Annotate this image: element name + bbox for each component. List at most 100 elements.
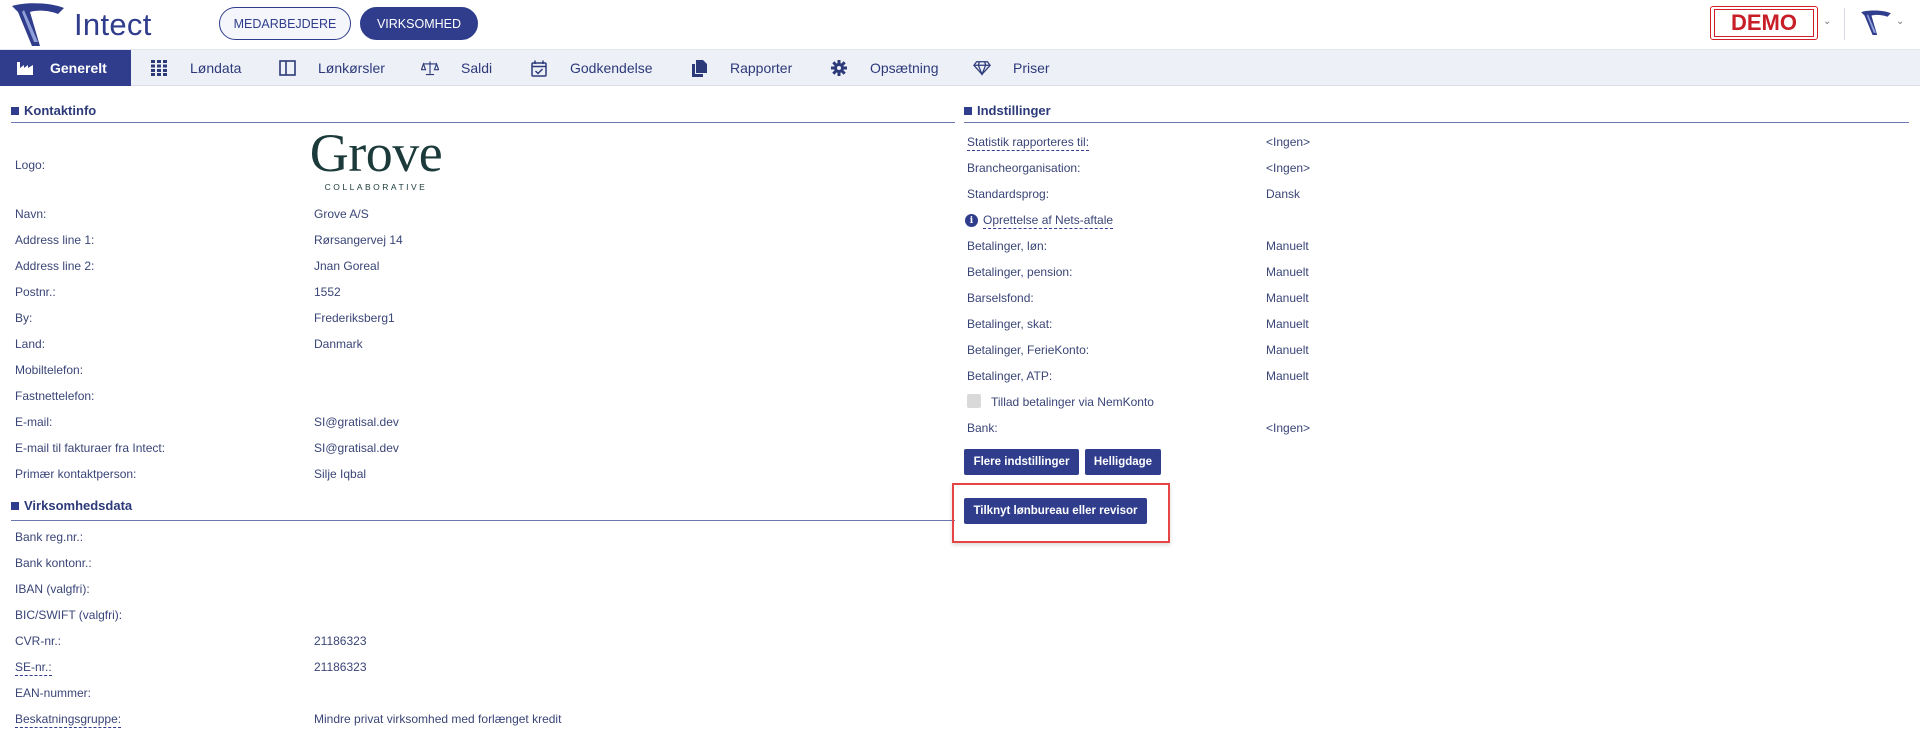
contact-value: Silje Iqbal <box>314 467 367 481</box>
section-marker <box>11 106 19 115</box>
contact-value: SI@gratisal.dev <box>314 415 399 429</box>
company-label: IBAN (valgfri): <box>15 582 90 596</box>
nemkonto-checkbox[interactable] <box>967 394 981 408</box>
contact-value: Rørsangervej 14 <box>314 233 403 247</box>
company-logo-main: Grove <box>309 123 443 183</box>
contact-value: Jnan Goreal <box>314 259 380 273</box>
tab-label: Opsætning <box>870 60 939 76</box>
settings-label: Brancheorganisation: <box>967 161 1081 175</box>
tab-label: Godkendelse <box>570 60 653 76</box>
settings-label: Betalinger, FerieKonto: <box>967 343 1090 357</box>
logo-label: Logo: <box>15 158 46 172</box>
settings-label: Betalinger, skat: <box>967 317 1053 331</box>
contact-value: Frederiksberg1 <box>314 311 395 325</box>
settings-label: Standardsprog: <box>967 187 1050 201</box>
settings-label: Betalinger, pension: <box>967 265 1073 279</box>
user-menu-logo-icon[interactable] <box>1860 8 1892 38</box>
tab-label: Løndata <box>190 60 242 76</box>
contact-label: E-mail: <box>15 415 53 429</box>
chevron-down-icon[interactable]: ⌄ <box>1823 16 1831 27</box>
company-button[interactable]: VIRKSOMHED <box>360 7 478 40</box>
employees-button[interactable]: MEDARBEJDERE <box>219 7 351 40</box>
settings-value: <Ingen> <box>1266 421 1311 435</box>
tab-lonkorsler[interactable]: Lønkørsler <box>278 50 385 86</box>
settings-value: Dansk <box>1266 187 1301 201</box>
contact-value: Danmark <box>314 337 363 351</box>
tab-saldi[interactable]: Saldi <box>421 50 492 86</box>
company-logo-sub: COLLABORATIVE <box>324 182 428 192</box>
tab-godkendelse[interactable]: Godkendelse <box>530 50 653 86</box>
settings-value: Manuelt <box>1266 317 1309 331</box>
tab-opsaetning[interactable]: Opsætning <box>830 50 938 86</box>
company-value: 21186323 <box>314 660 367 674</box>
contact-label: Mobiltelefon: <box>15 363 84 377</box>
top-bar: Intect MEDARBEJDERE VIRKSOMHED DEMO ⌄ ⌄ <box>0 0 1920 50</box>
logo-text: Intect <box>74 7 152 42</box>
attach-bureau-button[interactable]: Tilknyt lønbureau eller revisor <box>964 498 1147 524</box>
tax-group-label[interactable]: Beskatningsgruppe: <box>15 712 122 728</box>
contact-label: Navn: <box>15 207 47 221</box>
contact-section-title: Kontaktinfo <box>11 103 96 118</box>
tab-label: Lønkørsler <box>318 60 385 76</box>
settings-value: <Ingen> <box>1266 135 1311 149</box>
contact-value: Grove A/S <box>314 207 369 221</box>
contact-label: Primær kontaktperson: <box>15 467 137 481</box>
tab-generelt[interactable]: Generelt <box>0 50 131 86</box>
contact-label: Fastnettelefon: <box>15 389 95 403</box>
intect-logo-icon <box>12 3 64 47</box>
company-label: EAN-nummer: <box>15 686 92 700</box>
documents-icon <box>690 59 708 77</box>
scale-icon <box>421 59 439 77</box>
settings-label: Bank: <box>967 421 998 435</box>
nets-agreement-link[interactable]: Oprettelse af Nets-aftale <box>983 213 1114 229</box>
settings-value: <Ingen> <box>1266 161 1311 175</box>
section-title-text: Kontaktinfo <box>24 103 97 118</box>
calendar-check-icon <box>530 59 548 77</box>
columns-icon <box>278 59 296 77</box>
company-value: Mindre privat virksomhed med forlænget k… <box>314 712 562 726</box>
section-marker <box>964 106 972 115</box>
gear-icon <box>830 59 848 77</box>
section-marker <box>11 501 19 510</box>
grid-icon <box>150 59 168 77</box>
more-settings-button[interactable]: Flere indstillinger <box>964 449 1079 475</box>
settings-label: Betalinger, ATP: <box>967 369 1053 383</box>
info-icon: i <box>965 214 978 227</box>
settings-value: Manuelt <box>1266 265 1309 279</box>
company-label: Bank reg.nr.: <box>15 530 84 544</box>
chevron-down-icon[interactable]: ⌄ <box>1896 16 1904 27</box>
demo-badge[interactable]: DEMO <box>1710 6 1818 40</box>
tab-priser[interactable]: Priser <box>973 50 1050 86</box>
section-divider <box>964 122 1909 123</box>
settings-value: Manuelt <box>1266 343 1309 357</box>
settings-value: Manuelt <box>1266 291 1309 305</box>
section-title-text: Indstillinger <box>977 103 1051 118</box>
contact-label: Postnr.: <box>15 285 56 299</box>
tab-label: Rapporter <box>730 60 793 76</box>
tab-rapporter[interactable]: Rapporter <box>690 50 792 86</box>
tab-label: Saldi <box>461 60 493 76</box>
section-title-text: Virksomhedsdata <box>24 498 133 513</box>
settings-value: Manuelt <box>1266 369 1309 383</box>
statistics-report-label[interactable]: Statistik rapporteres til: <box>967 135 1090 151</box>
section-divider <box>11 122 955 123</box>
contact-value: 1552 <box>314 285 341 299</box>
tab-londata[interactable]: Løndata <box>150 50 241 86</box>
nemkonto-label: Tillad betalinger via NemKonto <box>991 395 1154 409</box>
contact-label: Land: <box>15 337 46 351</box>
tab-label: Generelt <box>50 60 107 76</box>
se-nr-label[interactable]: SE-nr.: <box>15 660 52 676</box>
company-section-title: Virksomhedsdata <box>11 498 132 513</box>
settings-label: Barselsfond: <box>967 291 1034 305</box>
settings-value: Manuelt <box>1266 239 1309 253</box>
intect-logo[interactable]: Intect <box>10 2 152 48</box>
contact-label: By: <box>15 311 33 325</box>
main-nav: Generelt Løndata Lønkørsler Saldi Godken… <box>0 50 1920 86</box>
contact-label: Address line 2: <box>15 259 95 273</box>
company-value: 21186323 <box>314 634 367 648</box>
divider <box>1844 8 1845 40</box>
company-label: BIC/SWIFT (valgfri): <box>15 608 123 622</box>
holidays-button[interactable]: Helligdage <box>1085 449 1161 475</box>
settings-section-title: Indstillinger <box>964 103 1051 118</box>
company-label: CVR-nr.: <box>15 634 62 648</box>
